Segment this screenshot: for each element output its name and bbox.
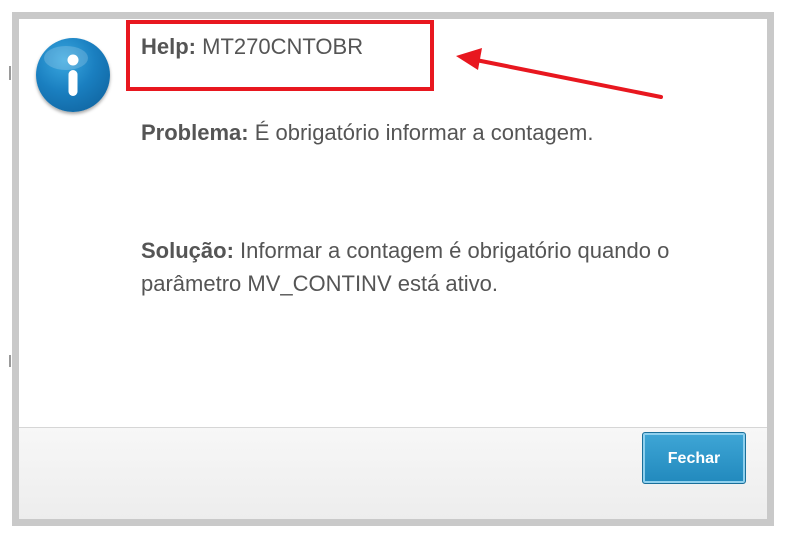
highlight-annotation-box — [126, 20, 434, 91]
info-icon — [36, 38, 110, 112]
problem-description: É obrigatório informar a contagem. — [254, 120, 594, 145]
window-edge-mark — [9, 66, 11, 80]
screenshot: Help: MT270CNTOBR Problema: É obrigatóri… — [0, 0, 789, 543]
solution-text: Solução: Informar a contagem é obrigatór… — [141, 234, 731, 300]
window-edge-mark — [9, 355, 11, 367]
problem-label: Problema: — [141, 120, 249, 145]
problem-text: Problema: É obrigatório informar a conta… — [141, 120, 593, 146]
solution-label: Solução: — [141, 238, 234, 263]
close-button[interactable]: Fechar — [642, 432, 746, 484]
